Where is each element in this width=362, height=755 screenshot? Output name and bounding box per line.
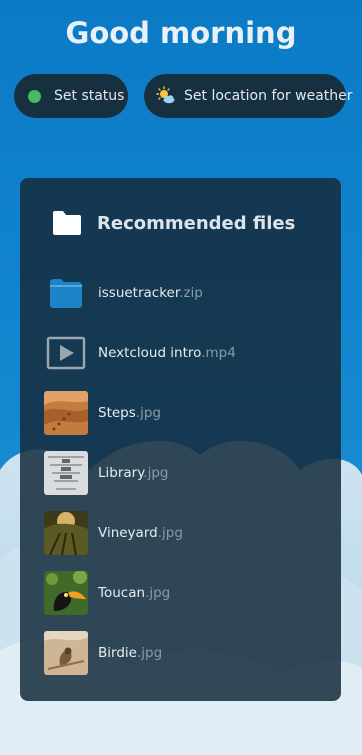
- recommended-files-panel: Recommended files issuetracker.zip Nextc…: [20, 178, 341, 701]
- file-row-toucan[interactable]: Toucan.jpg: [44, 570, 314, 616]
- zip-package-icon: [44, 271, 88, 315]
- steps-image-thumbnail: [44, 391, 88, 435]
- birdie-image-thumbnail: [44, 631, 88, 675]
- file-row-vineyard[interactable]: Vineyard.jpg: [44, 510, 314, 556]
- set-status-button[interactable]: Set status: [14, 74, 128, 118]
- library-image-thumbnail: [44, 451, 88, 495]
- file-name-birdie: Birdie.jpg: [98, 645, 163, 661]
- file-name-issuetracker: issuetracker.zip: [98, 285, 203, 301]
- set-status-label: Set status: [54, 88, 125, 104]
- set-weather-location-label: Set location for weather: [184, 88, 353, 104]
- recommended-files-title: Recommended files: [97, 212, 296, 234]
- greeting-title: Good morning: [65, 16, 297, 50]
- toucan-image-thumbnail: [44, 571, 88, 615]
- recommended-files-header: Recommended files: [52, 210, 295, 236]
- file-row-birdie[interactable]: Birdie.jpg: [44, 630, 314, 676]
- video-play-icon: [44, 331, 88, 375]
- folder-icon: [53, 211, 81, 235]
- file-row-issuetracker[interactable]: issuetracker.zip: [44, 270, 314, 316]
- set-weather-location-button[interactable]: Set location for weather: [144, 74, 353, 118]
- online-status-icon: [28, 89, 41, 103]
- vineyard-image-thumbnail: [44, 511, 88, 555]
- file-row-library[interactable]: Library.jpg: [44, 450, 314, 496]
- weather-partly-cloudy-icon: [156, 86, 175, 104]
- file-row-steps[interactable]: Steps.jpg: [44, 390, 314, 436]
- file-name-vineyard: Vineyard.jpg: [98, 525, 183, 541]
- file-name-nextcloud-intro: Nextcloud intro.mp4: [98, 345, 236, 361]
- file-name-library: Library.jpg: [98, 465, 169, 481]
- file-name-steps: Steps.jpg: [98, 405, 161, 421]
- file-row-nextcloud-intro[interactable]: Nextcloud intro.mp4: [44, 330, 314, 376]
- file-name-toucan: Toucan.jpg: [98, 585, 171, 601]
